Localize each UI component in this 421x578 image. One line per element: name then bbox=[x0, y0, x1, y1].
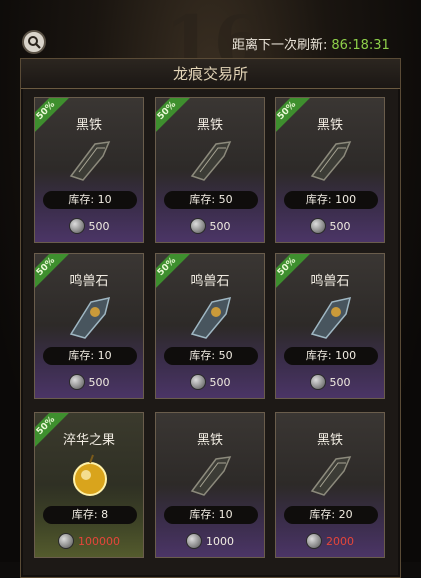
price-value: 500 bbox=[89, 376, 110, 389]
item-stock: 库存: 10 bbox=[43, 191, 137, 209]
item-stock: 库存: 50 bbox=[164, 347, 258, 365]
coin-icon bbox=[186, 533, 202, 549]
item-price: 500 bbox=[156, 218, 264, 234]
coin-icon bbox=[190, 218, 206, 234]
item-price: 2000 bbox=[276, 533, 384, 549]
item-price: 500 bbox=[35, 374, 143, 390]
search-icon bbox=[27, 35, 41, 49]
item-card[interactable]: 黑铁 库存: 10 1000 bbox=[155, 412, 265, 558]
stone-item-icon bbox=[306, 292, 356, 342]
price-value: 1000 bbox=[206, 535, 234, 548]
price-value: 500 bbox=[330, 220, 351, 233]
coin-icon bbox=[310, 218, 326, 234]
search-button[interactable] bbox=[22, 30, 46, 54]
item-card[interactable]: 黑铁 库存: 50 500 50% bbox=[155, 97, 265, 243]
price-value: 500 bbox=[89, 220, 110, 233]
item-stock: 库存: 8 bbox=[43, 506, 137, 524]
iron-item-icon bbox=[65, 136, 115, 186]
item-stock: 库存: 100 bbox=[284, 191, 378, 209]
item-stock: 库存: 100 bbox=[284, 347, 378, 365]
item-name: 黑铁 bbox=[35, 114, 143, 133]
item-name: 黑铁 bbox=[156, 429, 264, 448]
item-stock: 库存: 20 bbox=[284, 506, 378, 524]
item-card[interactable]: 鸣兽石 库存: 10 500 50% bbox=[34, 253, 144, 399]
iron-item-icon bbox=[186, 451, 236, 501]
item-card[interactable]: 黑铁 库存: 10 500 50% bbox=[34, 97, 144, 243]
coin-icon bbox=[69, 374, 85, 390]
coin-icon bbox=[190, 374, 206, 390]
item-name: 鸣兽石 bbox=[276, 270, 384, 289]
price-value: 500 bbox=[210, 220, 231, 233]
price-value: 500 bbox=[210, 376, 231, 389]
stone-item-icon bbox=[65, 292, 115, 342]
item-name: 黑铁 bbox=[156, 114, 264, 133]
refresh-timer: 距离下一次刷新: 86:18:31 bbox=[232, 34, 390, 53]
top-bar: 距离下一次刷新: 86:18:31 bbox=[0, 0, 421, 58]
coin-icon bbox=[310, 374, 326, 390]
item-price: 100000 bbox=[35, 533, 143, 549]
item-price: 1000 bbox=[156, 533, 264, 549]
item-price: 500 bbox=[276, 374, 384, 390]
item-name: 鸣兽石 bbox=[156, 270, 264, 289]
price-value: 2000 bbox=[326, 535, 354, 548]
item-name: 黑铁 bbox=[276, 114, 384, 133]
item-price: 500 bbox=[35, 218, 143, 234]
panel-title: 龙痕交易所 bbox=[21, 59, 400, 89]
coin-icon bbox=[69, 218, 85, 234]
refresh-label: 距离下一次刷新: bbox=[232, 38, 327, 53]
item-stock: 库存: 10 bbox=[164, 506, 258, 524]
item-card[interactable]: 鸣兽石 库存: 100 500 50% bbox=[275, 253, 385, 399]
item-name: 鸣兽石 bbox=[35, 270, 143, 289]
price-value: 100000 bbox=[78, 535, 120, 548]
item-card[interactable]: 鸣兽石 库存: 50 500 50% bbox=[155, 253, 265, 399]
item-card[interactable]: 淬华之果 库存: 8 100000 50% bbox=[34, 412, 144, 558]
item-stock: 库存: 10 bbox=[43, 347, 137, 365]
item-card[interactable]: 黑铁 库存: 100 500 50% bbox=[275, 97, 385, 243]
coin-icon bbox=[58, 533, 74, 549]
item-price: 500 bbox=[276, 218, 384, 234]
coin-icon bbox=[306, 533, 322, 549]
iron-item-icon bbox=[306, 451, 356, 501]
item-name: 淬华之果 bbox=[35, 429, 143, 448]
item-name: 黑铁 bbox=[276, 429, 384, 448]
iron-item-icon bbox=[186, 136, 236, 186]
fruit-item-icon bbox=[65, 451, 115, 501]
refresh-time: 86:18:31 bbox=[331, 38, 389, 53]
item-price: 500 bbox=[156, 374, 264, 390]
item-card[interactable]: 黑铁 库存: 20 2000 bbox=[275, 412, 385, 558]
item-stock: 库存: 50 bbox=[164, 191, 258, 209]
price-value: 500 bbox=[330, 376, 351, 389]
iron-item-icon bbox=[306, 136, 356, 186]
stone-item-icon bbox=[186, 292, 236, 342]
